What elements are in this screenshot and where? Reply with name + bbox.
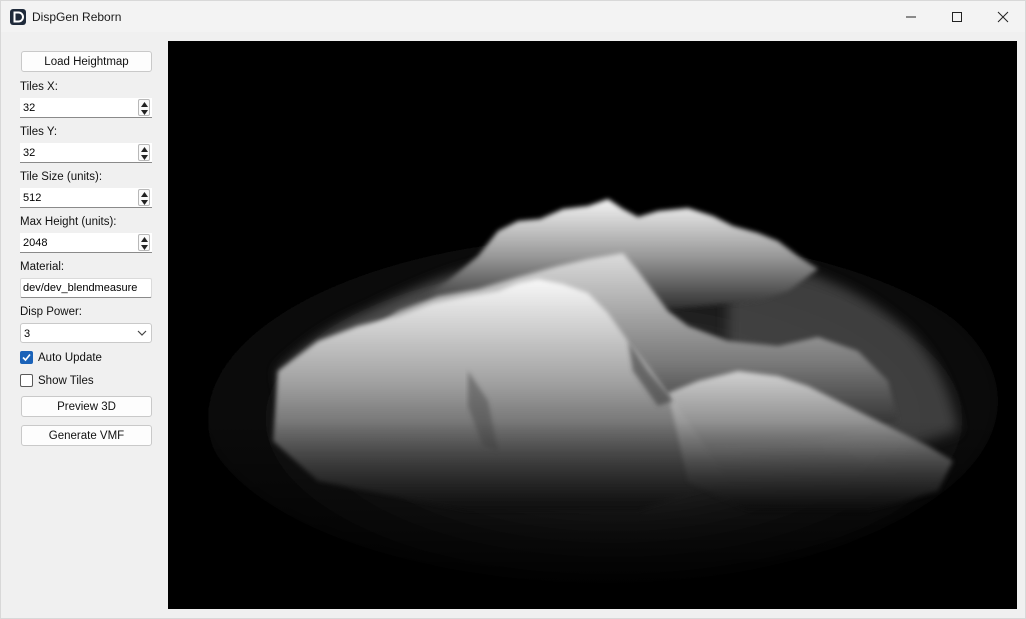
show-tiles-label[interactable]: Show Tiles <box>38 374 94 388</box>
show-tiles-checkbox[interactable] <box>20 374 33 387</box>
terrain-render <box>168 41 1017 609</box>
close-button[interactable] <box>980 1 1026 32</box>
material-label: Material: <box>20 261 65 273</box>
tile-size-value: 512 <box>23 192 42 204</box>
max-height-value: 2048 <box>23 237 48 249</box>
window-title: DispGen Reborn <box>32 10 122 24</box>
disp-power-select[interactable]: 3 <box>20 323 152 343</box>
maximize-icon <box>952 11 962 22</box>
disp-power-value: 3 <box>24 328 31 340</box>
disp-power-label: Disp Power: <box>20 306 82 318</box>
chevron-down-icon <box>137 330 147 336</box>
title-bar[interactable]: DispGen Reborn <box>1 1 1025 32</box>
load-heightmap-button[interactable]: Load Heightmap <box>21 51 152 72</box>
tile-size-spinbox[interactable]: 512 <box>20 188 152 208</box>
tiles-y-label: Tiles Y: <box>20 126 58 138</box>
tiles-x-stepper[interactable] <box>138 99 150 116</box>
step-up-icon[interactable] <box>139 100 149 108</box>
material-field[interactable] <box>20 278 152 298</box>
max-height-label: Max Height (units): <box>20 216 117 228</box>
preview-3d-button[interactable]: Preview 3D <box>21 396 152 417</box>
3d-viewport[interactable] <box>168 41 1017 609</box>
generate-vmf-button[interactable]: Generate VMF <box>21 425 152 446</box>
auto-update-label[interactable]: Auto Update <box>38 351 102 365</box>
app-logo-icon <box>10 9 26 25</box>
app-window: DispGen Reborn Load Heightmap Tiles X: 3… <box>0 0 1026 619</box>
step-down-icon[interactable] <box>139 153 149 161</box>
tile-size-label: Tile Size (units): <box>20 171 103 183</box>
material-input[interactable] <box>21 279 151 297</box>
step-up-icon[interactable] <box>139 145 149 153</box>
minimize-button[interactable] <box>888 1 934 32</box>
step-up-icon[interactable] <box>139 235 149 243</box>
tiles-y-spinbox[interactable]: 32 <box>20 143 152 163</box>
tiles-y-value: 32 <box>23 147 36 159</box>
step-down-icon[interactable] <box>139 198 149 206</box>
max-height-spinbox[interactable]: 2048 <box>20 233 152 253</box>
auto-update-checkbox[interactable] <box>20 351 33 364</box>
tiles-x-spinbox[interactable]: 32 <box>20 98 152 118</box>
step-up-icon[interactable] <box>139 190 149 198</box>
minimize-icon <box>906 16 916 17</box>
tile-size-stepper[interactable] <box>138 189 150 206</box>
tiles-y-stepper[interactable] <box>138 144 150 161</box>
max-height-stepper[interactable] <box>138 234 150 251</box>
step-down-icon[interactable] <box>139 108 149 116</box>
checkmark-icon <box>22 353 31 362</box>
maximize-button[interactable] <box>934 1 980 32</box>
close-icon <box>997 11 1009 22</box>
tiles-x-label: Tiles X: <box>20 81 58 93</box>
step-down-icon[interactable] <box>139 243 149 251</box>
tiles-x-value: 32 <box>23 102 36 114</box>
settings-panel: Load Heightmap Tiles X: 32 Tiles Y: 32 T… <box>1 32 168 619</box>
